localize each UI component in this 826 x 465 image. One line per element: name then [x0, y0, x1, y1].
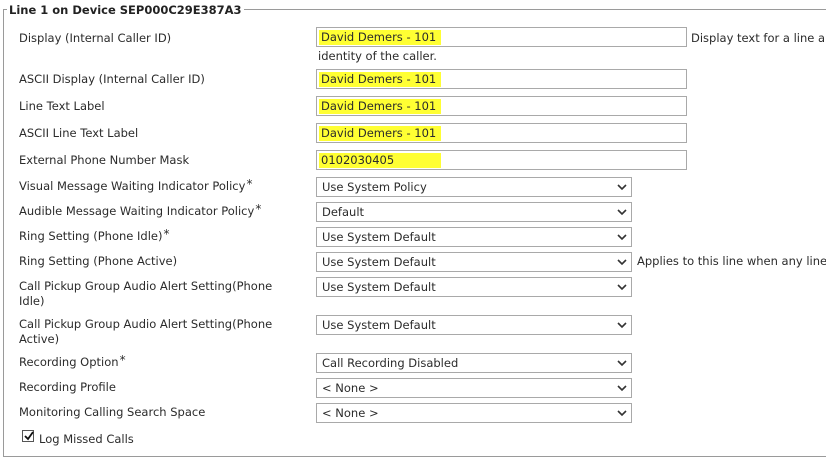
pickup-active-label-line2: Active)	[19, 332, 60, 346]
visual-mwi-select[interactable]: Use System Policy	[316, 177, 632, 197]
visual-mwi-label: Visual Message Waiting Indicator Policy*	[19, 177, 253, 194]
pickup-idle-label: Call Pickup Group Audio Alert Setting(Ph…	[19, 279, 272, 309]
audible-mwi-label-text: Audible Message Waiting Indicator Policy	[19, 204, 255, 218]
ascii-display-value: David Demers - 101	[319, 72, 441, 87]
recording-option-selected: Call Recording Disabled	[322, 356, 459, 370]
external-mask-label: External Phone Number Mask	[19, 153, 190, 167]
display-help-text: Display text for a line a	[691, 31, 826, 45]
audible-mwi-label: Audible Message Waiting Indicator Policy…	[19, 202, 262, 219]
log-missed-calls-label[interactable]: Log Missed Calls	[39, 432, 134, 447]
recording-option-select[interactable]: Call Recording Disabled	[316, 353, 632, 373]
required-marker: *	[163, 227, 170, 241]
display-help-text-continued: identity of the caller.	[318, 49, 437, 63]
audible-mwi-selected: Default	[322, 205, 365, 219]
pickup-active-label-line1: Call Pickup Group Audio Alert Setting(Ph…	[19, 317, 273, 331]
ring-idle-selected: Use System Default	[322, 230, 436, 244]
pickup-idle-selected: Use System Default	[322, 280, 436, 294]
recording-profile-selected: < None >	[322, 381, 379, 395]
ascii-display-label: ASCII Display (Internal Caller ID)	[19, 72, 205, 86]
required-marker: *	[246, 177, 253, 191]
pickup-idle-label-line2: Idle)	[19, 294, 45, 308]
monitoring-css-select[interactable]: < None >	[316, 403, 632, 423]
chevron-down-icon	[617, 284, 627, 291]
ring-idle-label: Ring Setting (Phone Idle)*	[19, 227, 170, 244]
recording-profile-select[interactable]: < None >	[316, 378, 632, 398]
ring-active-selected: Use System Default	[322, 255, 436, 269]
chevron-down-icon	[617, 410, 627, 417]
recording-profile-label: Recording Profile	[19, 380, 116, 394]
chevron-down-icon	[617, 259, 627, 266]
line-text-label-input[interactable]: David Demers - 101	[316, 96, 687, 116]
ascii-line-text-label-input[interactable]: David Demers - 101	[316, 123, 687, 143]
chevron-down-icon	[617, 184, 627, 191]
recording-option-label: Recording Option*	[19, 353, 126, 370]
required-marker: *	[255, 202, 262, 216]
chevron-down-icon	[617, 234, 627, 241]
pickup-idle-select[interactable]: Use System Default	[316, 277, 632, 297]
external-mask-value: 0102030405	[319, 153, 441, 168]
monitoring-css-label: Monitoring Calling Search Space	[19, 405, 206, 419]
visual-mwi-label-text: Visual Message Waiting Indicator Policy	[19, 179, 246, 193]
ring-active-label: Ring Setting (Phone Active)	[19, 254, 178, 268]
ascii-line-text-label-value: David Demers - 101	[319, 126, 441, 141]
checkmark-icon	[24, 431, 34, 441]
line-text-label-label: Line Text Label	[19, 99, 105, 113]
pickup-active-label: Call Pickup Group Audio Alert Setting(Ph…	[19, 317, 272, 347]
ring-idle-label-text: Ring Setting (Phone Idle)	[19, 229, 163, 243]
chevron-down-icon	[617, 322, 627, 329]
ascii-display-input[interactable]: David Demers - 101	[316, 69, 687, 89]
audible-mwi-select[interactable]: Default	[316, 202, 632, 222]
chevron-down-icon	[617, 209, 627, 216]
display-value: David Demers - 101	[319, 30, 441, 45]
pickup-active-select[interactable]: Use System Default	[316, 315, 632, 335]
visual-mwi-selected: Use System Policy	[322, 180, 427, 194]
chevron-down-icon	[617, 385, 627, 392]
required-marker: *	[119, 353, 126, 367]
recording-option-label-text: Recording Option	[19, 355, 119, 369]
log-missed-calls-checkbox[interactable]	[22, 430, 34, 442]
external-mask-input[interactable]: 0102030405	[316, 150, 687, 170]
ring-idle-select[interactable]: Use System Default	[316, 227, 632, 247]
ring-active-help-text: Applies to this line when any line	[637, 254, 826, 268]
pickup-idle-label-line1: Call Pickup Group Audio Alert Setting(Ph…	[19, 279, 273, 293]
display-label: Display (Internal Caller ID)	[19, 31, 172, 45]
pickup-active-selected: Use System Default	[322, 318, 436, 332]
chevron-down-icon	[617, 360, 627, 367]
ring-active-select[interactable]: Use System Default	[316, 252, 632, 272]
monitoring-css-selected: < None >	[322, 406, 379, 420]
ascii-line-text-label-label: ASCII Line Text Label	[19, 126, 139, 140]
line-text-label-value: David Demers - 101	[319, 99, 441, 114]
section-title: Line 1 on Device SEP000C29E387A3	[7, 3, 244, 17]
display-input[interactable]: David Demers - 101	[316, 27, 687, 47]
